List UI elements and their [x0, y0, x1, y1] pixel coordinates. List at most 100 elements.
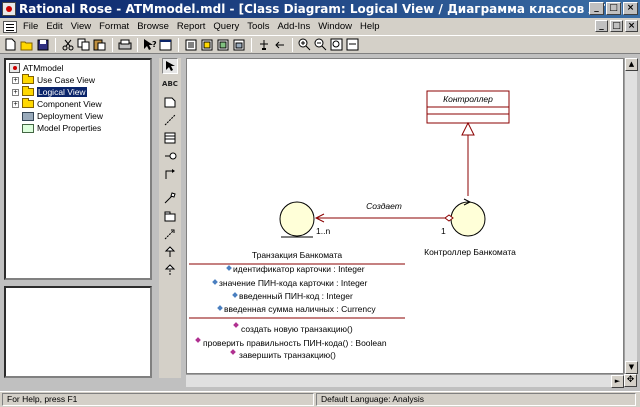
close-button[interactable]: ×: [623, 2, 638, 15]
browse-component-icon[interactable]: [215, 37, 230, 52]
overview-button[interactable]: ✥: [624, 374, 637, 387]
package-tool-icon[interactable]: [162, 208, 178, 224]
browse-parent-icon[interactable]: [256, 37, 271, 52]
window-title: Rational Rose - ATMmodel.mdl - [Class Di…: [19, 2, 623, 16]
save-icon[interactable]: [35, 37, 50, 52]
open-icon[interactable]: [19, 37, 34, 52]
tree-item-component-view[interactable]: + Component View: [6, 98, 150, 110]
toolbar-separator: [137, 37, 138, 52]
tree-root-label: ATMmodel: [23, 63, 64, 73]
creates-association[interactable]: Создает 1..n 1: [314, 201, 454, 236]
undo-fit-icon[interactable]: [345, 37, 360, 52]
window-controls: _ □ ×: [589, 2, 638, 15]
association-tool-icon[interactable]: [162, 166, 178, 182]
model-browser[interactable]: ATMmodel + Use Case View + Logical View …: [4, 58, 152, 280]
documentation-window[interactable]: [4, 286, 152, 378]
expand-icon[interactable]: +: [12, 100, 19, 108]
dependency-tool-icon[interactable]: [162, 226, 178, 242]
menu-tools[interactable]: Tools: [245, 21, 275, 32]
rose-app-icon[interactable]: [2, 2, 16, 16]
folder-icon: [22, 86, 34, 96]
menu-bar: File Edit View Format Browse Report Quer…: [0, 18, 640, 35]
operation-row[interactable]: создать новую транзакцию(): [241, 324, 353, 334]
generalization-tool-icon[interactable]: [162, 244, 178, 260]
menu-view[interactable]: View: [69, 21, 97, 32]
attribute-row[interactable]: значение ПИН-кода карточки : Integer: [219, 278, 368, 288]
scroll-up-button[interactable]: ▲: [625, 58, 638, 71]
scroll-down-button[interactable]: ▼: [625, 361, 638, 374]
paste-icon[interactable]: [92, 37, 107, 52]
deployment-icon: [22, 111, 34, 121]
attribute-row[interactable]: введенная сумма наличных : Currency: [224, 304, 376, 314]
menu-help[interactable]: Help: [358, 21, 386, 32]
atm-controller-entity[interactable]: Контроллер Банкомата: [424, 198, 516, 257]
browse-class-icon[interactable]: [183, 37, 198, 52]
attribute-icon: [226, 265, 232, 271]
copy-icon[interactable]: [76, 37, 91, 52]
title-bar[interactable]: Rational Rose - ATMmodel.mdl - [Class Di…: [0, 0, 640, 18]
folder-icon: [22, 98, 34, 108]
scroll-right-button[interactable]: ►: [611, 375, 624, 388]
generalization-link[interactable]: [461, 121, 475, 196]
controller-class[interactable]: Контроллер: [426, 90, 510, 124]
zoom-out-icon[interactable]: [313, 37, 328, 52]
tree-item-deployment-view[interactable]: Deployment View: [6, 110, 150, 122]
tree-item-label: Deployment View: [37, 111, 103, 121]
menu-edit[interactable]: Edit: [44, 21, 68, 32]
status-language: Default Language: Analysis: [316, 393, 636, 406]
class-diagram-canvas[interactable]: Контроллер Контроллер Банкомата Создает …: [186, 58, 624, 374]
print-icon[interactable]: [117, 37, 132, 52]
menu-browse[interactable]: Browse: [135, 21, 175, 32]
tree-item-model-properties[interactable]: Model Properties: [6, 122, 150, 134]
operation-row[interactable]: проверить правильность ПИН-кода() : Bool…: [203, 338, 387, 348]
menu-file[interactable]: File: [21, 21, 44, 32]
doc-restore-button[interactable]: □: [610, 20, 623, 32]
realize-tool-icon[interactable]: [162, 262, 178, 278]
attribute-icon: [232, 292, 238, 298]
maximize-button[interactable]: □: [606, 2, 621, 15]
menu-query[interactable]: Query: [211, 21, 245, 32]
menu-report[interactable]: Report: [175, 21, 212, 32]
attribute-row[interactable]: идентификатор карточки : Integer: [233, 264, 365, 274]
doc-minimize-button[interactable]: _: [595, 20, 608, 32]
aggregation-tool-icon[interactable]: [162, 190, 178, 206]
view-doc-icon[interactable]: [158, 37, 173, 52]
menu-add-ins[interactable]: Add-Ins: [275, 21, 316, 32]
vertical-scrollbar[interactable]: ▲ ▼: [624, 58, 638, 374]
browse-deployment-icon[interactable]: [231, 37, 246, 52]
atm-transaction-name: Транзакция Банкомата: [252, 250, 343, 260]
note-tool-icon[interactable]: [162, 94, 178, 110]
atm-transaction-entity[interactable]: [279, 201, 315, 238]
diagram-toolbox: ABC: [159, 58, 181, 378]
doc-close-button[interactable]: ×: [625, 20, 638, 32]
browse-previous-icon[interactable]: [272, 37, 287, 52]
zoom-in-icon[interactable]: [297, 37, 312, 52]
tree-item-label: Model Properties: [37, 123, 102, 133]
new-icon[interactable]: [3, 37, 18, 52]
horizontal-scrollbar[interactable]: ►: [186, 374, 624, 388]
tree-item-use-case-view[interactable]: + Use Case View: [6, 74, 150, 86]
tree-item-logical-view[interactable]: + Logical View: [6, 86, 150, 98]
attribute-row[interactable]: введенный ПИН-код : Integer: [239, 291, 353, 301]
anchor-tool-icon[interactable]: [162, 112, 178, 128]
cut-icon[interactable]: [60, 37, 75, 52]
minimize-button[interactable]: _: [589, 2, 604, 15]
interface-tool-icon[interactable]: [162, 148, 178, 164]
text-tool-icon[interactable]: ABC: [162, 76, 178, 92]
context-help-icon[interactable]: ?: [142, 37, 157, 52]
association-label: Создает: [366, 201, 402, 211]
document-window-icon[interactable]: [3, 20, 17, 33]
fit-window-icon[interactable]: [329, 37, 344, 52]
selection-tool-icon[interactable]: [162, 58, 178, 74]
menu-window[interactable]: Window: [316, 21, 358, 32]
tree-root[interactable]: ATMmodel: [6, 62, 150, 74]
operation-row[interactable]: завершить транзакцию(): [239, 350, 336, 360]
standard-toolbar: ?: [0, 35, 640, 54]
expand-icon[interactable]: +: [12, 88, 19, 96]
folder-icon: [22, 74, 34, 84]
class-tool-icon[interactable]: [162, 130, 178, 146]
text-tool-label: ABC: [162, 79, 178, 88]
expand-icon[interactable]: +: [12, 76, 19, 84]
menu-format[interactable]: Format: [97, 21, 135, 32]
browse-interaction-icon[interactable]: [199, 37, 214, 52]
